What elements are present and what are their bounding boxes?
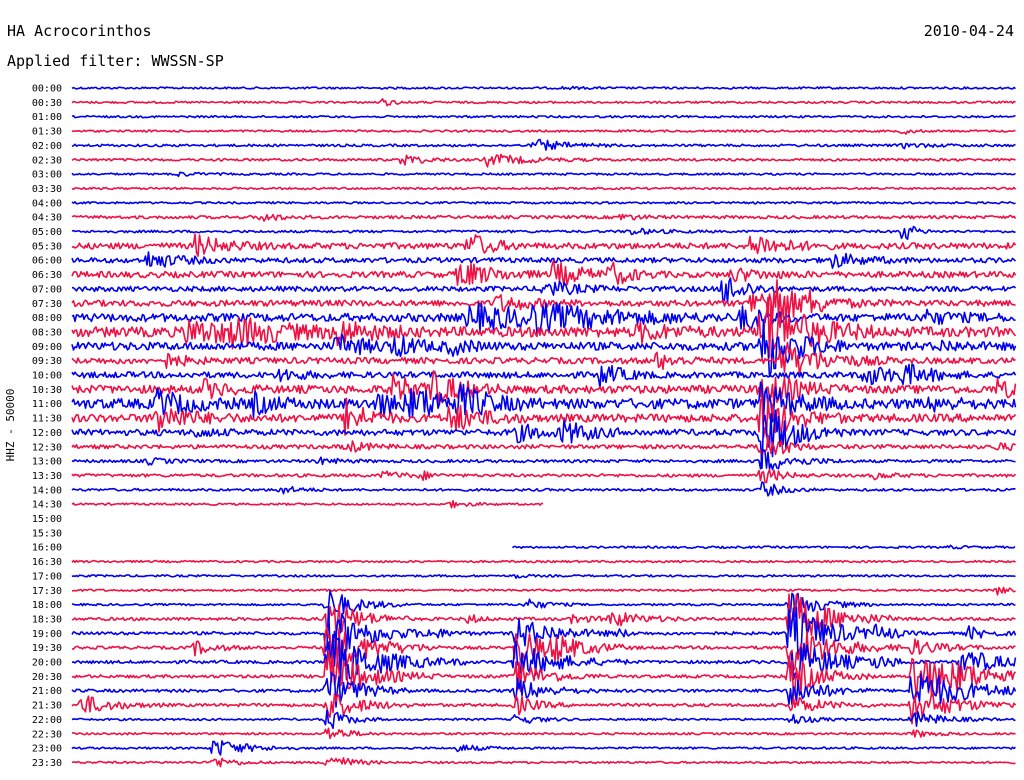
trace-line [71,186,1017,191]
row-time-label: 09:00 [32,342,62,353]
row-time-label: 21:30 [32,701,62,712]
row-time-label: 19:30 [32,643,62,654]
row-time-label: 01:00 [32,112,62,123]
row-time-label: 08:30 [32,327,62,338]
trace-line [71,709,1016,730]
row-time-label: 00:00 [32,84,62,95]
helicorder-plot: HHZ - 50000 00:00 00:30 01:00 01:30 02:00 02:… [4,84,1017,769]
row-time-label: 04:00 [32,198,62,209]
row-time-label: 14:30 [32,500,62,511]
row-time-label: 16:00 [32,543,62,554]
trace-line [71,128,1016,135]
trace-line [71,434,1016,458]
trace-line [71,727,1016,740]
row-time-label: 10:30 [32,385,62,396]
row-time-label: 01:30 [32,127,62,138]
trace-line [71,259,1017,287]
trace-line [71,213,1017,222]
trace-line [71,153,1016,168]
row-time-label: 11:00 [32,399,62,410]
row-time-label: 06:00 [32,256,62,267]
trace-line [71,740,1016,756]
trace-line [71,468,1017,484]
row-time-label: 02:00 [32,141,62,152]
row-time-label: 19:00 [32,629,62,640]
row-time-label: 04:30 [32,213,62,224]
row-time-label: 22:00 [32,715,62,726]
row-time-label: 05:30 [32,241,62,252]
row-time-label: 23:30 [32,758,62,769]
trace-line [71,559,1016,564]
trace-line [71,277,1017,304]
row-time-label: 22:30 [32,729,62,740]
trace-line [71,98,1016,107]
trace-line [71,171,1016,178]
row-time-label: 09:30 [32,356,62,367]
row-time-label: 18:00 [32,600,62,611]
row-time-label: 21:00 [32,686,62,697]
row-time-label: 15:30 [32,528,62,539]
y-axis-label: HHZ - 50000 [4,389,17,462]
trace-line [71,590,1016,618]
row-time-label: 13:00 [32,457,62,468]
row-time-label: 03:00 [32,170,62,181]
row-time-label: 08:00 [32,313,62,324]
row-time-label: 12:00 [32,428,62,439]
trace-line [71,114,1016,119]
trace-line [71,573,1016,579]
row-time-label: 23:00 [32,744,62,755]
row-time-label: 06:30 [32,270,62,281]
row-time-label: 12:30 [32,442,62,453]
row-time-label: 07:00 [32,284,62,295]
row-time-label: 17:00 [32,571,62,582]
trace-line [71,500,544,509]
trace-line [71,85,1016,91]
trace-line [71,302,1016,335]
row-time-label: 20:30 [32,672,62,683]
row-time-label: 17:30 [32,586,62,597]
row-time-label: 03:30 [32,184,62,195]
row-time-label: 00:30 [32,98,62,109]
row-time-label: 05:00 [32,227,62,238]
row-time-label: 13:30 [32,471,62,482]
row-time-label: 16:30 [32,557,62,568]
trace-line [71,251,1017,269]
trace-line [71,633,1017,682]
trace-line [71,138,1016,151]
trace-line [71,233,1017,257]
trace-line [71,225,1016,240]
trace-line [71,363,1017,389]
trace-line [71,757,1016,768]
row-time-label: 20:00 [32,658,62,669]
row-time-label: 14:00 [32,485,62,496]
row-time-label: 07:30 [32,299,62,310]
trace-line [71,201,1016,205]
trace-line [512,544,1016,550]
trace-line [71,449,1016,471]
trace-line [71,481,1016,497]
row-time-label: 10:00 [32,371,62,382]
trace-line [71,586,1016,596]
row-time-label: 18:30 [32,614,62,625]
row-time-label: 15:00 [32,514,62,525]
trace-line [71,318,1017,378]
row-time-label: 02:30 [32,155,62,166]
row-time-label: 11:30 [32,414,62,425]
